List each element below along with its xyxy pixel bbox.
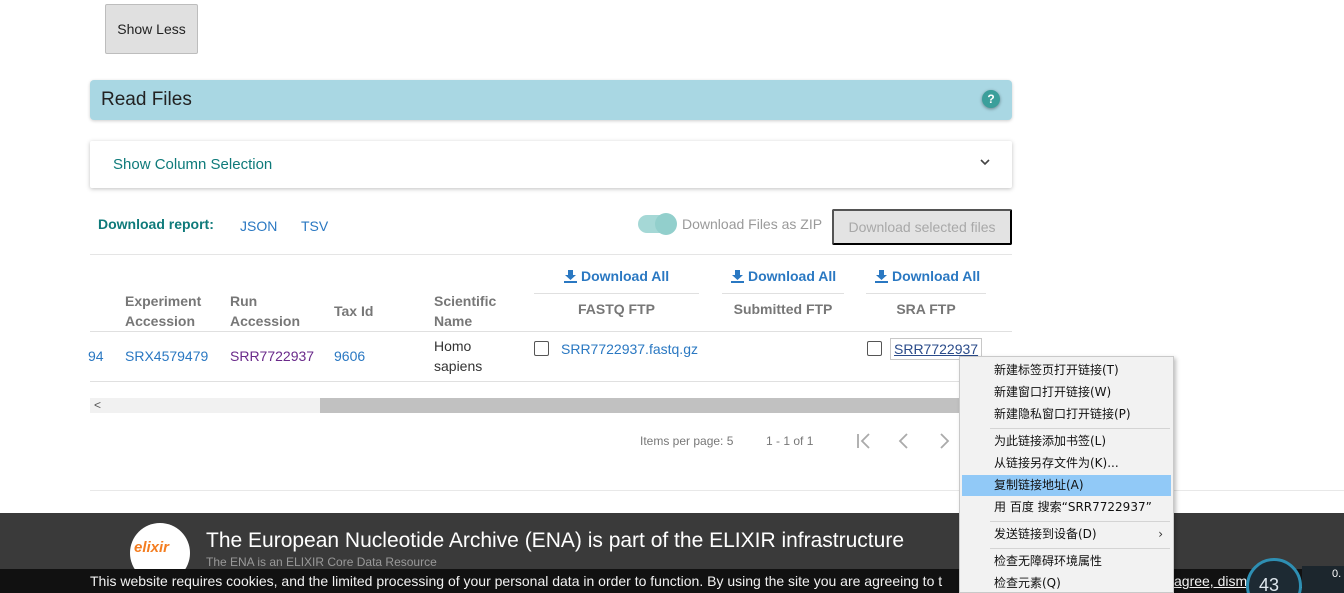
header-tax-id[interactable]: Tax Id <box>334 301 373 321</box>
fastq-checkbox[interactable] <box>534 341 549 356</box>
column-selection-panel[interactable]: Show Column Selection <box>90 141 1012 188</box>
scientific-name-cell: Homo sapiens <box>434 338 483 374</box>
menu-separator <box>990 548 1170 549</box>
header-run-accession[interactable]: Run Accession <box>230 291 300 331</box>
header-divider <box>534 293 699 294</box>
menu-inspect-accessibility[interactable]: 检查无障碍环境属性 <box>962 551 1171 572</box>
scroll-left-icon[interactable]: < <box>94 398 101 413</box>
header-sra-ftp[interactable]: SRA FTP <box>866 299 986 319</box>
context-menu: 新建标签页打开链接(T) 新建窗口打开链接(W) 新建隐私窗口打开链接(P) 为… <box>959 356 1174 593</box>
download-icon <box>875 269 888 283</box>
menu-separator <box>990 521 1170 522</box>
zip-toggle-label: Download Files as ZIP <box>682 216 823 232</box>
footer-subline: The ENA is an ELIXIR Core Data Resource <box>206 555 437 569</box>
read-files-header: Read Files ? <box>90 80 1012 120</box>
clipped-cell[interactable]: 94 <box>88 346 104 366</box>
scrollbar-thumb[interactable] <box>320 398 960 413</box>
menu-open-new-window[interactable]: 新建窗口打开链接(W) <box>962 382 1171 403</box>
download-json-link[interactable]: JSON <box>240 218 277 234</box>
gauge-value: 43 <box>1259 575 1280 593</box>
column-selection-label[interactable]: Show Column Selection <box>113 156 272 173</box>
download-all-label: Download All <box>581 268 670 284</box>
header-scientific-name[interactable]: Scientific Name <box>434 291 496 331</box>
cookie-message: This website requires cookies, and the l… <box>90 573 943 589</box>
download-selected-button[interactable]: Download selected files <box>832 209 1012 245</box>
menu-bookmark-link[interactable]: 为此链接添加书签(L) <box>962 431 1171 452</box>
row-divider <box>90 381 1012 382</box>
run-accession-link[interactable]: SRR7722937 <box>230 346 314 366</box>
items-per-page-label: Items per page: 5 <box>640 434 734 448</box>
sra-checkbox[interactable] <box>867 341 882 356</box>
toggle-knob <box>655 213 677 235</box>
download-icon <box>564 269 577 283</box>
header-fastq-ftp[interactable]: FASTQ FTP <box>534 299 699 319</box>
menu-separator <box>990 428 1170 429</box>
header-divider <box>866 293 986 294</box>
download-all-fastq-link[interactable]: Download All <box>564 268 669 284</box>
submenu-arrow-icon: › <box>1158 527 1163 541</box>
download-report-label: Download report: <box>98 216 214 232</box>
net-value: 0. <box>1332 568 1342 580</box>
download-all-submitted-link[interactable]: Download All <box>731 268 836 284</box>
menu-open-new-tab[interactable]: 新建标签页打开链接(T) <box>962 360 1171 381</box>
menu-copy-link[interactable]: 复制链接地址(A) <box>962 475 1171 496</box>
read-files-table: Download All Download All Download All E… <box>88 254 1012 382</box>
download-tsv-link[interactable]: TSV <box>301 218 328 234</box>
fastq-file-link[interactable]: SRR7722937.fastq.gz <box>561 339 698 359</box>
menu-open-private-window[interactable]: 新建隐私窗口打开链接(P) <box>962 404 1171 425</box>
download-icon <box>731 269 744 283</box>
header-experiment-accession[interactable]: Experiment Accession <box>125 291 201 331</box>
tax-id-link[interactable]: 9606 <box>334 346 365 366</box>
download-all-sra-link[interactable]: Download All <box>875 268 980 284</box>
header-submitted-ftp[interactable]: Submitted FTP <box>722 299 844 319</box>
menu-search-baidu[interactable]: 用 百度 搜索“SRR7722937” <box>962 497 1171 518</box>
prev-page-icon[interactable] <box>893 430 915 452</box>
zip-toggle[interactable] <box>638 213 677 235</box>
footer-headline: The European Nucleotide Archive (ENA) is… <box>206 529 904 552</box>
next-page-icon[interactable] <box>933 430 955 452</box>
page-range-label: 1 - 1 of 1 <box>766 434 814 448</box>
help-icon[interactable]: ? <box>982 90 1000 108</box>
menu-send-to-device[interactable]: 发送链接到设备(D) › <box>962 524 1171 545</box>
network-speed-widget: 0. <box>1302 566 1344 593</box>
read-files-title: Read Files <box>101 89 192 110</box>
download-all-label: Download All <box>748 268 837 284</box>
elixir-logo-text: elixir <box>134 539 170 556</box>
horizontal-scrollbar[interactable]: < <box>90 398 960 413</box>
header-divider <box>722 293 844 294</box>
download-all-label: Download All <box>892 268 981 284</box>
show-less-button[interactable]: Show Less <box>105 4 198 54</box>
chevron-down-icon[interactable] <box>978 155 992 169</box>
first-page-icon[interactable] <box>853 430 875 452</box>
experiment-accession-link[interactable]: SRX4579479 <box>125 346 208 366</box>
menu-send-label: 发送链接到设备(D) <box>994 527 1097 541</box>
menu-save-link-as[interactable]: 从链接另存文件为(K)... <box>962 453 1171 474</box>
row-divider <box>90 331 1012 332</box>
menu-inspect-element[interactable]: 检查元素(Q) <box>962 573 1171 593</box>
